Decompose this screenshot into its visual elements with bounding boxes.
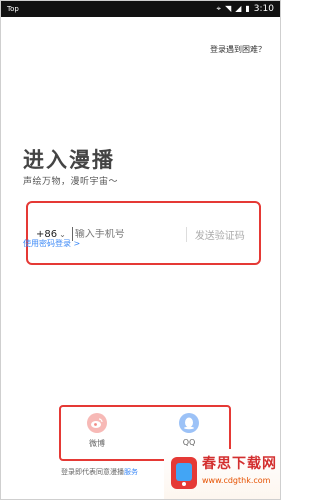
status-time: 3:10 bbox=[253, 4, 274, 14]
qq-label: QQ bbox=[182, 438, 196, 447]
page-title: 进入漫播 bbox=[23, 147, 115, 172]
weibo-label: 微博 bbox=[89, 439, 105, 448]
weibo-icon bbox=[87, 413, 107, 433]
site-watermark: 春思下载网 www.cdgthk.com bbox=[164, 449, 280, 499]
agreement-text: 登录即代表同意漫播服务 bbox=[61, 467, 138, 477]
status-right: ⌖ ◥ ◢ ▮ 3:10 bbox=[217, 3, 274, 15]
location-icon: ⌖ bbox=[216, 4, 222, 13]
watermark-logo-icon bbox=[171, 457, 197, 489]
app-screen: Top ⌖ ◥ ◢ ▮ 3:10 登录遇到困难？ 进入漫播 声绘万物，漫听宇宙～… bbox=[0, 0, 281, 500]
service-agreement-link[interactable]: 服务 bbox=[124, 468, 138, 476]
page-subtitle: 声绘万物，漫听宇宙～ bbox=[23, 177, 119, 187]
phone-login-highlight: +86 ⌄ 发送验证码 bbox=[26, 201, 261, 265]
signal-icon: ◢ bbox=[235, 4, 242, 13]
status-bar: Top ⌖ ◥ ◢ ▮ 3:10 bbox=[1, 1, 280, 17]
qq-icon bbox=[179, 413, 199, 433]
wifi-icon: ◥ bbox=[225, 4, 232, 13]
watermark-url: www.cdgthk.com bbox=[202, 476, 271, 485]
watermark-title: 春思下载网 bbox=[202, 456, 277, 472]
password-login-link[interactable]: 使用密码登录 > bbox=[23, 238, 80, 249]
weibo-login-button[interactable]: 微博 bbox=[77, 413, 117, 449]
send-code-button[interactable]: 发送验证码 bbox=[195, 227, 245, 242]
agreement-prefix: 登录即代表同意漫播 bbox=[61, 468, 124, 476]
input-separator bbox=[185, 226, 187, 242]
battery-icon: ▮ bbox=[245, 4, 250, 13]
phone-number-input[interactable] bbox=[74, 228, 180, 240]
status-app-name: Top bbox=[7, 5, 19, 13]
login-help-link[interactable]: 登录遇到困难？ bbox=[210, 44, 266, 55]
qq-login-button[interactable]: QQ bbox=[169, 413, 209, 447]
